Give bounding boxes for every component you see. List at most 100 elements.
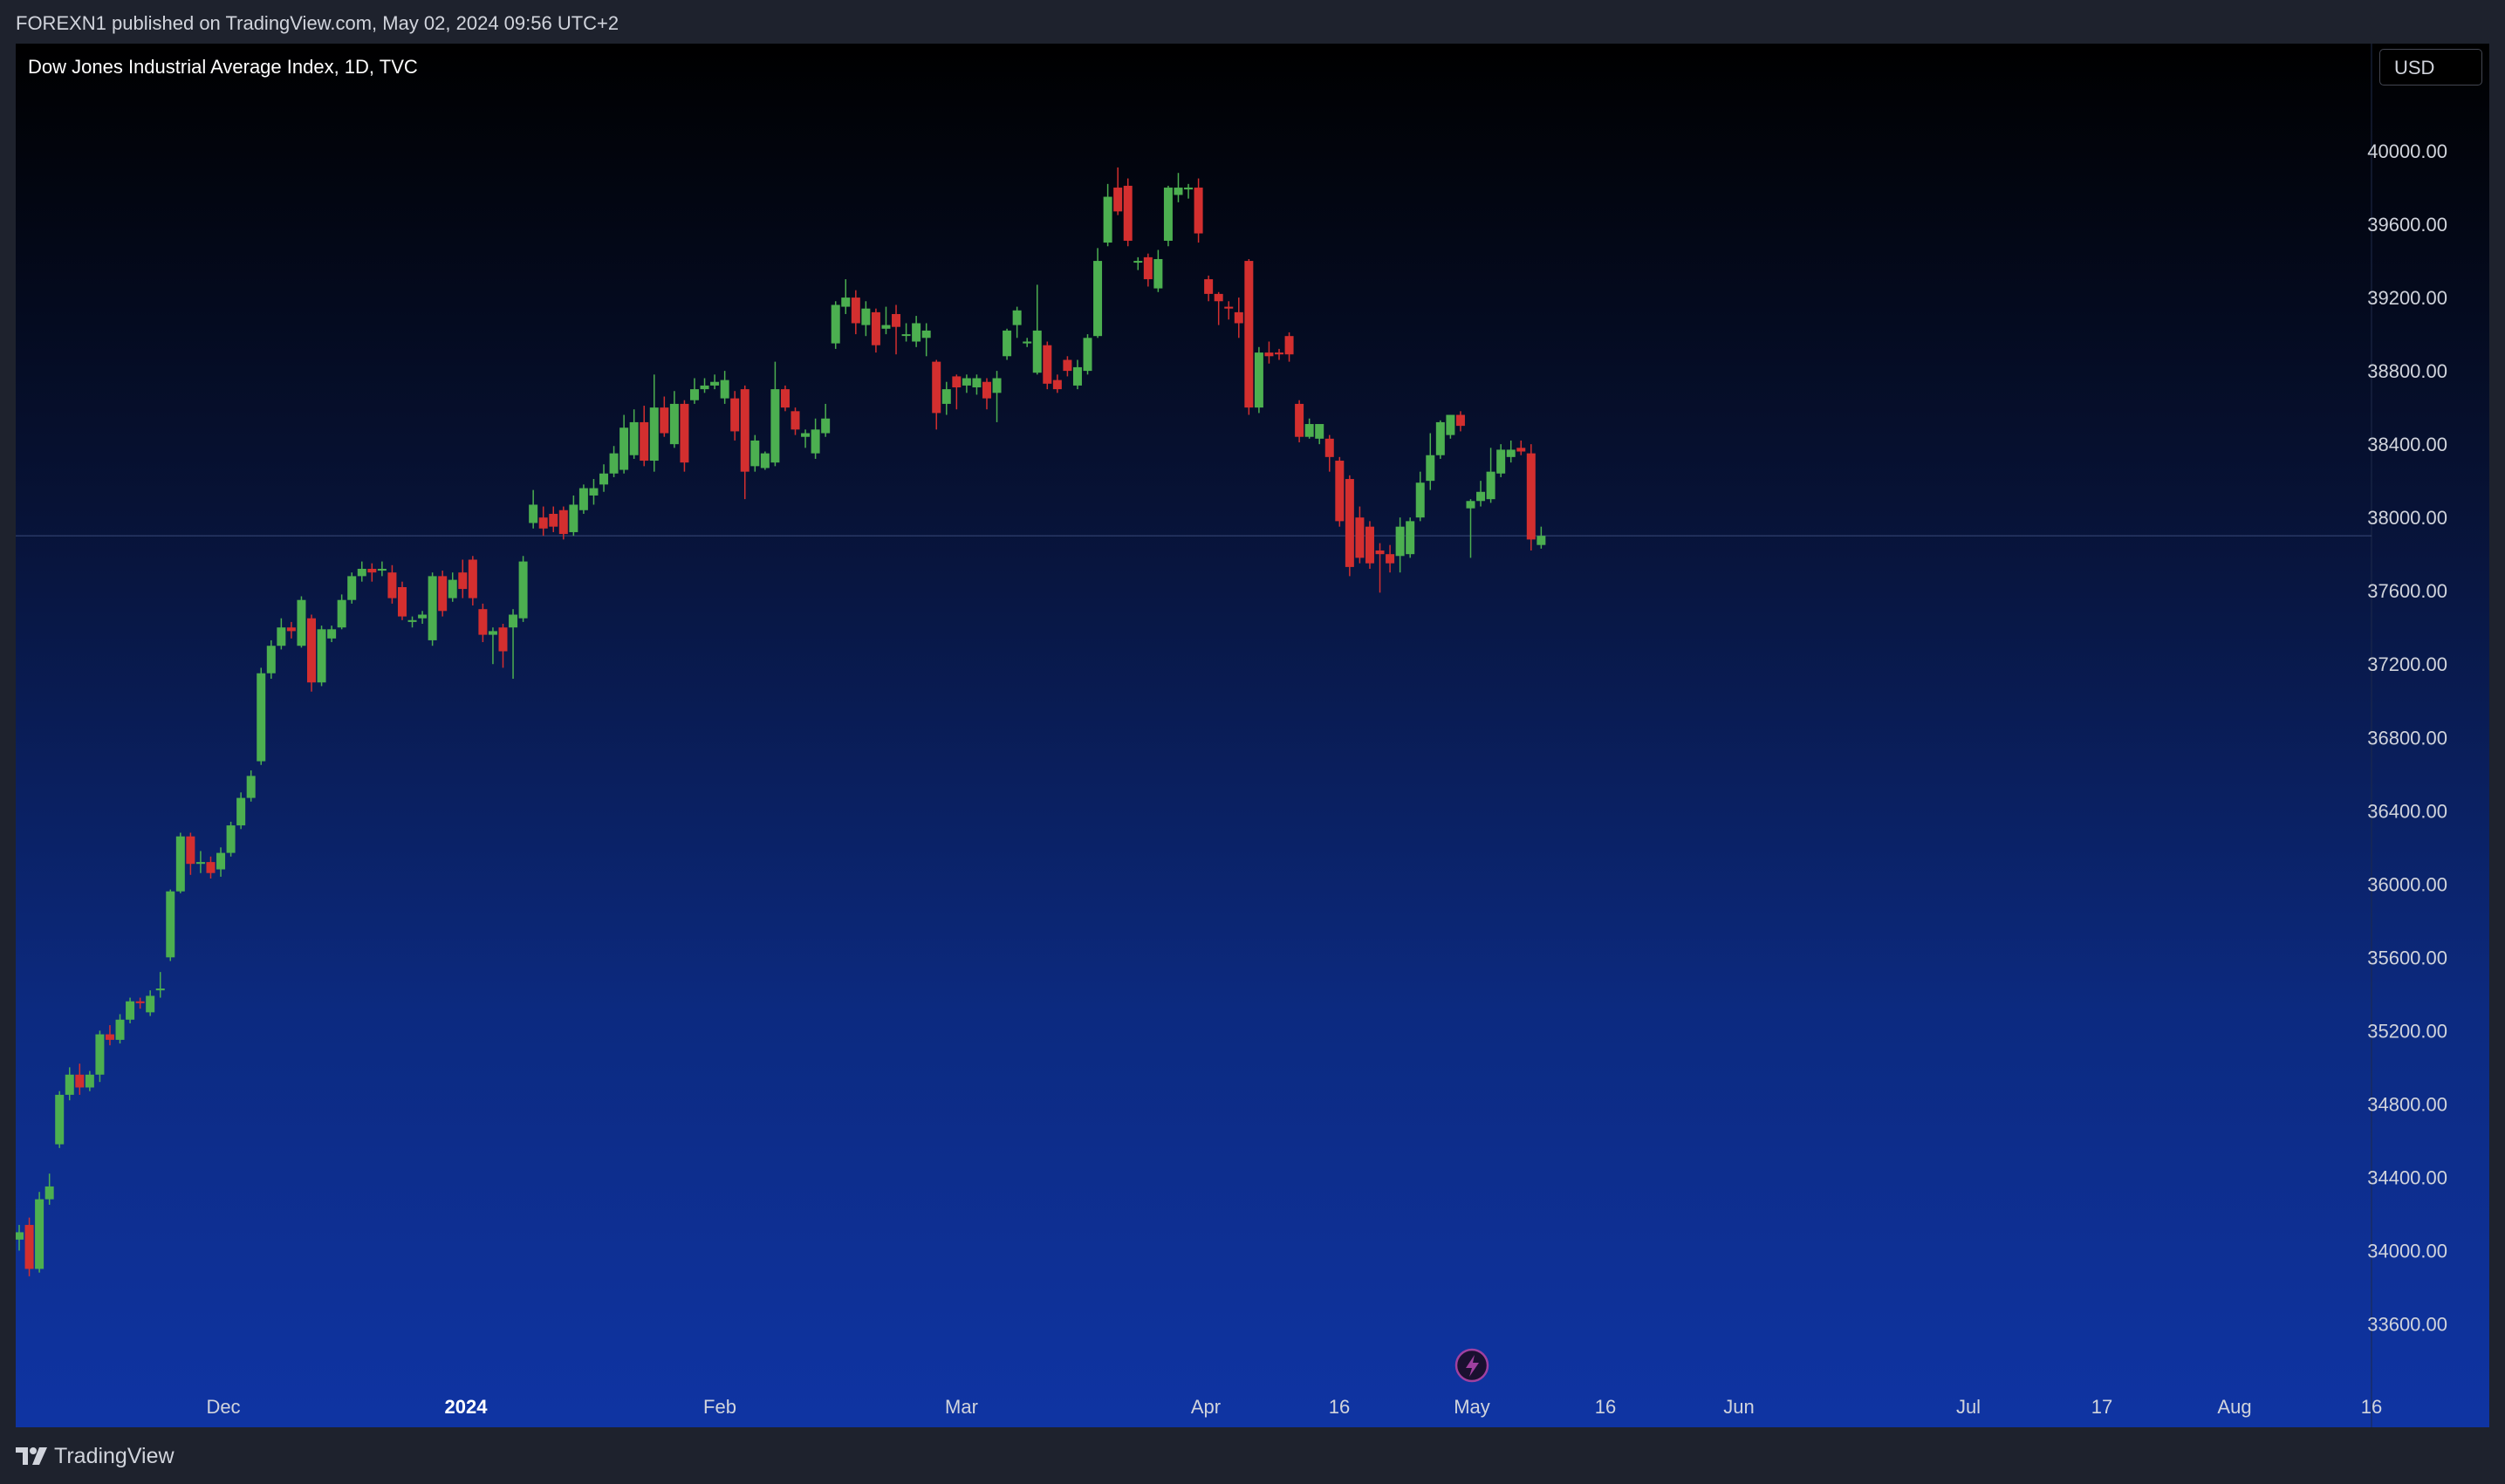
candle[interactable]	[841, 279, 851, 314]
candle[interactable]	[1335, 456, 1345, 527]
candle[interactable]	[1103, 183, 1112, 247]
candle[interactable]	[1386, 544, 1395, 573]
candle[interactable]	[982, 378, 991, 410]
candle[interactable]	[680, 400, 689, 472]
candle[interactable]	[1012, 306, 1022, 339]
candle[interactable]	[438, 571, 448, 617]
candle[interactable]	[660, 396, 669, 437]
candle[interactable]	[569, 495, 578, 537]
candle[interactable]	[155, 972, 165, 998]
candle[interactable]	[1224, 301, 1234, 320]
candle[interactable]	[1174, 173, 1183, 202]
candle[interactable]	[558, 506, 568, 540]
candle[interactable]	[146, 990, 155, 1016]
candle[interactable]	[1214, 291, 1223, 325]
candle[interactable]	[65, 1067, 74, 1101]
candle[interactable]	[1455, 411, 1465, 432]
candle[interactable]	[851, 290, 860, 335]
candle[interactable]	[1072, 359, 1082, 390]
candle[interactable]	[55, 1091, 65, 1148]
candle[interactable]	[1204, 275, 1214, 302]
candle[interactable]	[347, 572, 357, 604]
candle[interactable]	[730, 391, 740, 441]
candle[interactable]	[710, 374, 720, 390]
candle[interactable]	[246, 770, 256, 802]
candle[interactable]	[831, 301, 840, 349]
candle[interactable]	[418, 611, 428, 625]
currency-button[interactable]: USD	[2379, 49, 2482, 85]
candle[interactable]	[811, 418, 820, 459]
candle[interactable]	[1153, 250, 1163, 292]
candle[interactable]	[1516, 440, 1526, 455]
candle[interactable]	[498, 624, 508, 668]
candle[interactable]	[640, 406, 649, 467]
candle[interactable]	[407, 616, 417, 628]
candle[interactable]	[307, 614, 317, 692]
candle[interactable]	[428, 572, 437, 646]
candle[interactable]	[1275, 348, 1283, 360]
candle[interactable]	[780, 385, 790, 412]
candle[interactable]	[468, 556, 477, 605]
candle[interactable]	[629, 409, 639, 459]
candle[interactable]	[801, 429, 811, 448]
candle[interactable]	[1123, 178, 1133, 247]
candle[interactable]	[1113, 167, 1123, 215]
candle[interactable]	[1023, 338, 1032, 347]
candle[interactable]	[266, 639, 276, 680]
candle[interactable]	[901, 323, 911, 342]
candle[interactable]	[1184, 183, 1194, 199]
candle[interactable]	[1476, 481, 1486, 507]
candle[interactable]	[1163, 185, 1173, 247]
candle[interactable]	[972, 374, 982, 395]
candle[interactable]	[1295, 400, 1304, 443]
candle[interactable]	[1395, 517, 1405, 573]
candle[interactable]	[952, 374, 962, 410]
candle[interactable]	[700, 378, 709, 393]
candle[interactable]	[669, 391, 679, 448]
candlestick-chart[interactable]: 40000.00 39600.00 39200.00 38800.00 38400.00…	[16, 44, 2489, 1427]
candle[interactable]	[257, 667, 266, 765]
candle[interactable]	[85, 1070, 94, 1091]
candle[interactable]	[44, 1173, 54, 1205]
candle[interactable]	[286, 621, 296, 639]
candle[interactable]	[962, 374, 971, 393]
candle[interactable]	[1304, 418, 1314, 439]
candle[interactable]	[509, 609, 518, 680]
candle[interactable]	[821, 403, 831, 437]
candle[interactable]	[1254, 346, 1263, 414]
candle[interactable]	[1537, 526, 1546, 549]
candle[interactable]	[327, 626, 337, 643]
candle[interactable]	[1093, 248, 1103, 339]
candle[interactable]	[1244, 258, 1254, 415]
candle[interactable]	[1446, 414, 1455, 439]
candle[interactable]	[337, 594, 346, 630]
candle[interactable]	[226, 821, 236, 857]
candle[interactable]	[689, 378, 699, 404]
candle[interactable]	[1052, 374, 1062, 393]
candle[interactable]	[277, 618, 286, 650]
candle[interactable]	[1324, 434, 1334, 472]
candle[interactable]	[921, 323, 931, 357]
candle[interactable]	[126, 997, 135, 1023]
candle[interactable]	[649, 374, 659, 472]
candle[interactable]	[166, 889, 175, 961]
candle[interactable]	[1365, 521, 1374, 569]
candle[interactable]	[387, 564, 397, 604]
candle[interactable]	[881, 306, 891, 335]
tradingview-logo[interactable]: TradingView	[16, 1443, 175, 1469]
candle[interactable]	[760, 451, 770, 470]
candle[interactable]	[791, 407, 800, 435]
candle[interactable]	[1234, 297, 1243, 339]
candle[interactable]	[1526, 444, 1536, 551]
candle[interactable]	[1345, 475, 1354, 577]
candle[interactable]	[932, 359, 941, 430]
candle[interactable]	[861, 301, 871, 337]
candle[interactable]	[609, 446, 619, 477]
candle[interactable]	[941, 381, 951, 415]
candle[interactable]	[357, 561, 366, 582]
candle[interactable]	[206, 856, 216, 879]
candle[interactable]	[317, 626, 326, 687]
candle[interactable]	[599, 464, 609, 492]
candle[interactable]	[216, 847, 226, 877]
candle[interactable]	[1415, 471, 1425, 522]
